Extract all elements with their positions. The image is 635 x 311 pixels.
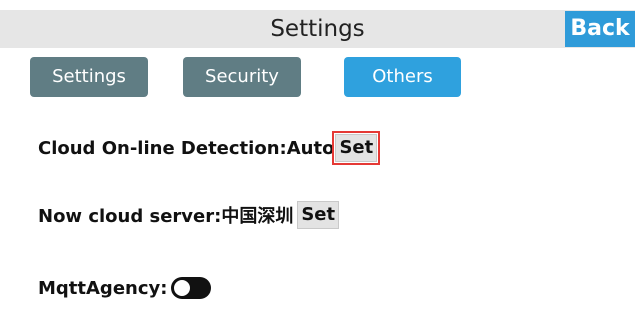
cloud-detection-row: Cloud On-line Detection:Auto Set <box>38 131 381 165</box>
title-bar: Settings Back <box>0 10 635 48</box>
tab-settings[interactable]: Settings <box>30 57 148 97</box>
back-button[interactable]: Back <box>565 11 635 47</box>
toggle-knob <box>173 279 192 297</box>
page-title: Settings <box>270 16 365 42</box>
cloud-detection-set-button[interactable]: Set <box>332 131 381 165</box>
mqtt-agency-label: MqttAgency: <box>38 277 168 299</box>
tab-security[interactable]: Security <box>183 57 301 97</box>
cloud-server-row: Now cloud server:中国深圳 Set <box>38 201 340 229</box>
cloud-detection-label: Cloud On-line Detection:Auto <box>38 137 335 159</box>
cloud-server-set-button[interactable]: Set <box>297 201 340 229</box>
mqtt-agency-row: MqttAgency: <box>38 277 212 299</box>
mqtt-agency-toggle[interactable] <box>171 277 212 299</box>
tab-others[interactable]: Others <box>344 57 461 97</box>
cloud-server-label: Now cloud server:中国深圳 <box>38 206 294 227</box>
